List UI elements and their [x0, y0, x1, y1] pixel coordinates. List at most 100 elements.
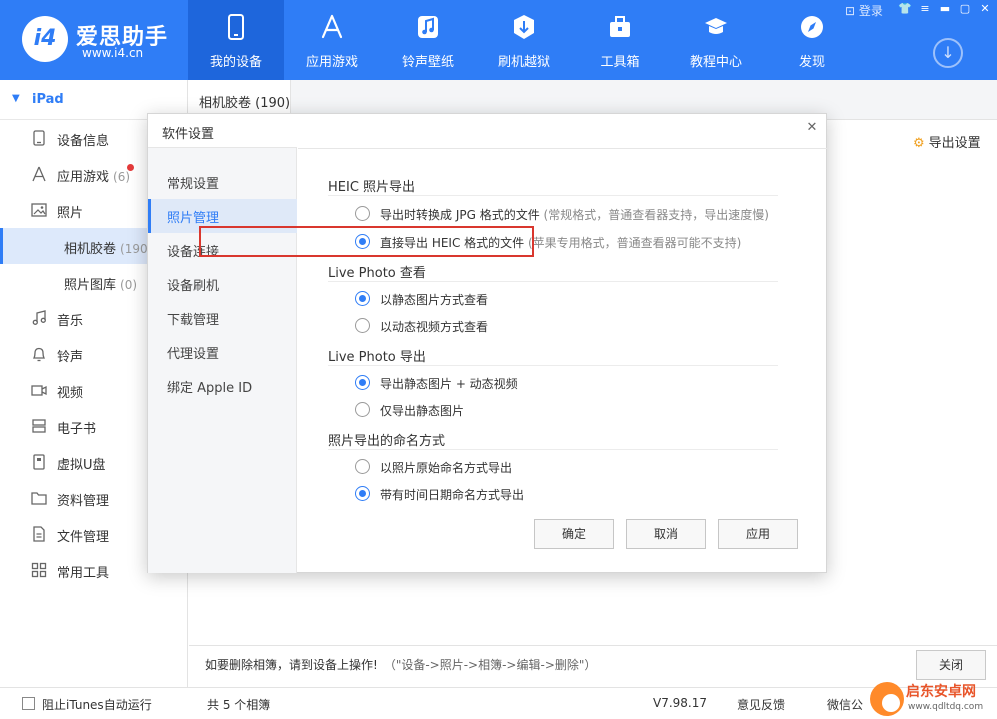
feedback-link[interactable]: 意见反馈 — [737, 696, 785, 713]
dialog-nav-download[interactable]: 下载管理 — [148, 301, 297, 335]
version-label: V7.98.17 — [653, 696, 708, 710]
album-count: 共 5 个相簿 — [207, 698, 271, 712]
watermark-url: www.qdltdq.com — [908, 702, 984, 712]
sidebar-item-label: 音乐 — [57, 314, 84, 329]
bell-icon — [32, 347, 46, 362]
login-link[interactable]: ⊡ 登录 — [845, 2, 883, 19]
watermark-name: 启东安卓网 — [906, 684, 976, 700]
nav-apps[interactable]: 应用游戏 — [284, 0, 380, 80]
divider — [328, 449, 778, 450]
usb-icon — [33, 454, 45, 470]
caret-down-icon: ▼ — [12, 93, 20, 104]
nav-jailbreak[interactable]: 刷机越狱 — [476, 0, 572, 80]
music-note-icon — [32, 310, 46, 325]
top-header: i4 爱思助手 www.i4.cn 我的设备 应用游戏 铃声壁纸 刷机越狱 工具… — [0, 0, 997, 80]
sidebar-item-label: 相机胶卷 (190) — [64, 242, 153, 257]
device-icon — [33, 130, 45, 146]
dialog-nav-proxy[interactable]: 代理设置 — [148, 335, 297, 369]
close-button[interactable]: 关闭 — [916, 650, 986, 680]
sidebar-item-label: 照片图库 (0) — [64, 278, 138, 293]
app-icon — [32, 166, 46, 182]
radio-button[interactable] — [355, 206, 370, 221]
dialog-content: HEIC 照片导出 导出时转换成 JPG 格式的文件 (常规格式，普通查看器支持… — [298, 148, 827, 573]
compass-icon — [801, 16, 823, 38]
sidebar-item-label: 设备信息 — [57, 134, 110, 149]
photo-icon — [31, 203, 47, 217]
ok-button[interactable]: 确定 — [534, 519, 614, 549]
radio-button[interactable] — [355, 375, 370, 390]
watermark: 启东安卓网 www.qdltdq.com — [866, 678, 997, 719]
phone-icon — [228, 14, 244, 40]
nav-ringtones[interactable]: 铃声壁纸 — [380, 0, 476, 80]
box-icon — [514, 15, 534, 39]
radio-button[interactable] — [355, 318, 370, 333]
radio-button[interactable] — [355, 486, 370, 501]
hint-text: 如要删除相簿，请到设备上操作! （"设备->照片->相簿->编辑->删除"） — [205, 658, 597, 672]
cancel-button[interactable]: 取消 — [626, 519, 706, 549]
nav-label: 我的设备 — [209, 55, 262, 70]
logo-mark: i4 — [22, 16, 68, 62]
group-title-naming: 照片导出的命名方式 — [328, 434, 446, 449]
wechat-link[interactable]: 微信公 — [827, 696, 863, 713]
toolbox-icon — [610, 16, 630, 37]
radio-button[interactable] — [355, 291, 370, 306]
nav-label: 工具箱 — [600, 55, 640, 70]
sidebar-item-label: 铃声 — [57, 350, 84, 365]
block-itunes-checkbox[interactable] — [22, 697, 35, 710]
file-icon — [33, 526, 45, 542]
nav-label: 铃声壁纸 — [401, 55, 454, 70]
shirt-icon[interactable]: 👕 — [897, 2, 913, 16]
nav-label: 应用游戏 — [305, 55, 358, 70]
annotation-highlight-box — [199, 226, 534, 257]
divider — [328, 365, 778, 366]
nav-toolbox[interactable]: 工具箱 — [572, 0, 668, 80]
export-settings-button[interactable]: ⚙ 导出设置 — [913, 132, 981, 151]
dialog-title: 软件设置 — [162, 127, 215, 142]
sidebar-item-label: 虚拟U盘 — [57, 458, 106, 473]
grid-icon — [31, 562, 47, 578]
sidebar-item-label: 照片 — [57, 206, 84, 221]
watermark-logo — [870, 682, 904, 716]
video-icon — [31, 385, 47, 396]
nav-my-device[interactable]: 我的设备 — [188, 0, 284, 80]
sidebar-item-label: 电子书 — [57, 422, 97, 437]
nav-tutorials[interactable]: 教程中心 — [668, 0, 764, 80]
dialog-nav-device-flash[interactable]: 设备刷机 — [148, 267, 297, 301]
radio-button[interactable] — [355, 402, 370, 417]
count: (0) — [120, 278, 138, 292]
nav-label: 刷机越狱 — [497, 55, 550, 70]
download-icon[interactable]: ↓ — [933, 38, 963, 68]
divider — [328, 195, 778, 196]
settings-dialog: 软件设置 ✕ 常规设置 照片管理 设备连接 设备刷机 下载管理 代理设置 绑定 … — [147, 113, 827, 573]
group-title-live-photo-view: Live Photo 查看 — [328, 266, 426, 281]
app-logo: i4 爱思助手 www.i4.cn — [22, 16, 192, 66]
music-icon — [418, 16, 438, 38]
close-icon[interactable]: ✕ — [977, 2, 993, 16]
nav-label: 教程中心 — [689, 55, 742, 70]
dialog-nav: 常规设置 照片管理 设备连接 设备刷机 下载管理 代理设置 绑定 Apple I… — [148, 147, 297, 573]
divider — [328, 281, 778, 282]
book-icon — [32, 419, 46, 433]
sidebar-item-label: 视频 — [57, 386, 84, 401]
gear-icon: ⚙ — [913, 136, 925, 151]
count: (6) — [113, 170, 131, 184]
login-icon: ⊡ — [845, 4, 859, 18]
group-title-heic-export: HEIC 照片导出 — [328, 180, 416, 195]
dialog-nav-general[interactable]: 常规设置 — [148, 165, 297, 199]
radio-button[interactable] — [355, 459, 370, 474]
app-store-icon — [321, 14, 343, 39]
sidebar-item-label: 常用工具 — [57, 566, 110, 581]
folder-icon — [31, 492, 47, 505]
app-url: www.i4.cn — [82, 46, 144, 60]
device-name: iPad — [32, 92, 64, 107]
maximize-icon[interactable]: ▢ — [957, 2, 973, 16]
block-itunes-label[interactable]: 阻止iTunes自动运行 — [42, 696, 152, 713]
nav-label: 发现 — [798, 55, 825, 70]
notification-badge — [127, 164, 134, 171]
close-icon[interactable]: ✕ — [804, 120, 820, 136]
minimize-icon[interactable]: ▬ — [937, 2, 953, 16]
dialog-nav-apple-id[interactable]: 绑定 Apple ID — [148, 369, 297, 403]
menu-icon[interactable]: ≡ — [917, 2, 933, 16]
status-bar: 阻止iTunes自动运行 共 5 个相簿 V7.98.17 意见反馈 微信公 — [0, 687, 997, 719]
apply-button[interactable]: 应用 — [718, 519, 798, 549]
